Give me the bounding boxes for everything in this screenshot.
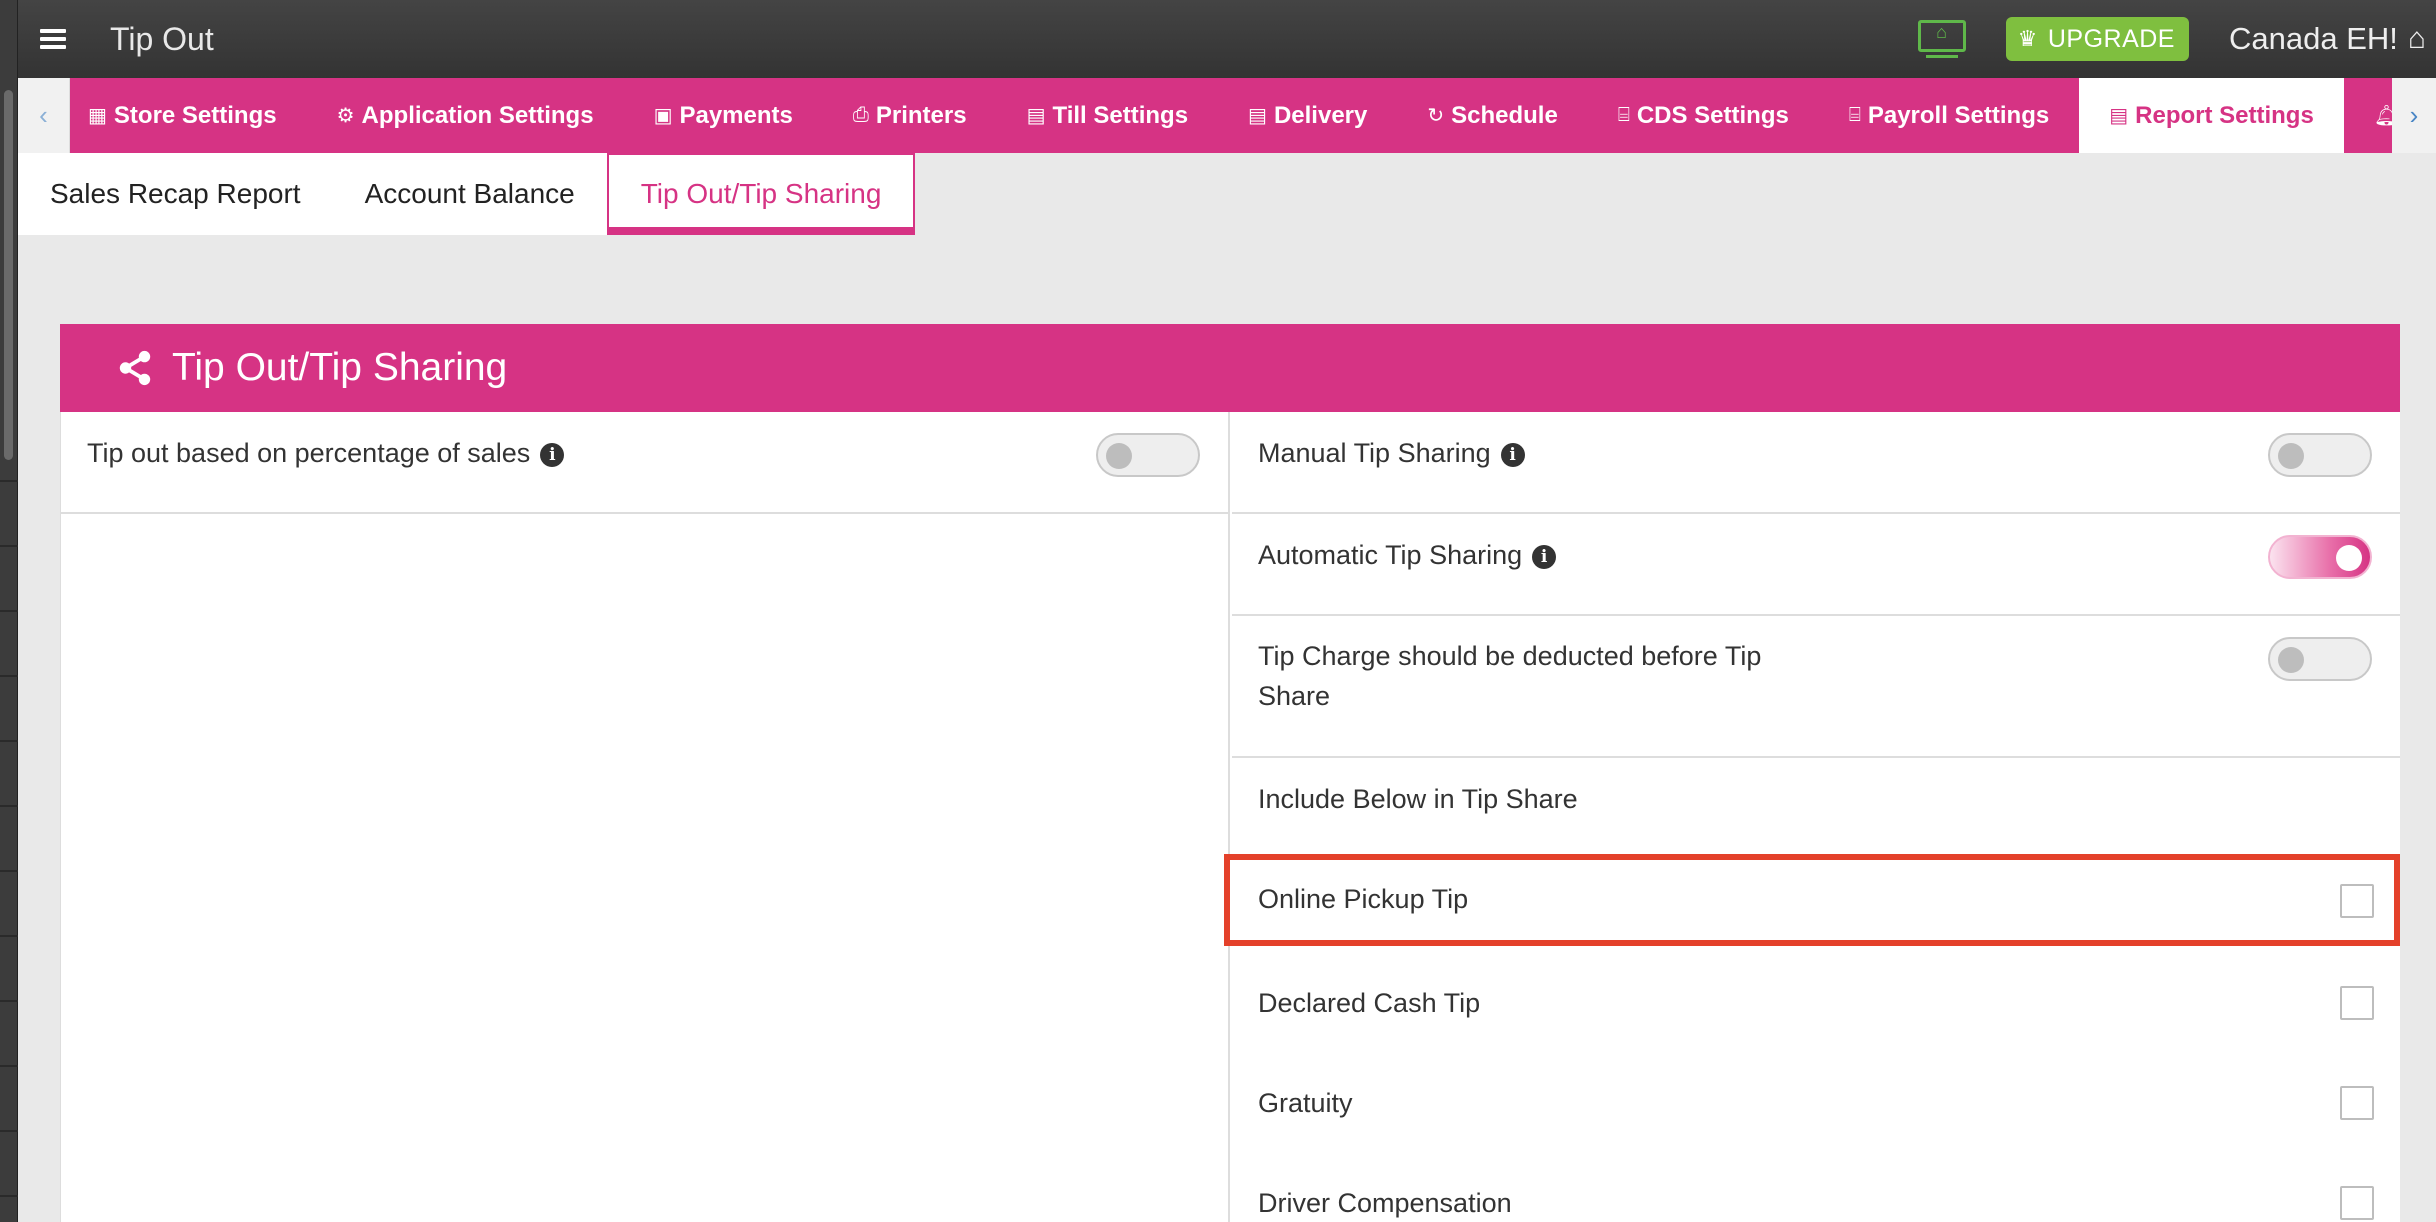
automatic-tip-sharing-toggle[interactable] [2268, 535, 2372, 579]
nav-item-label: Printers [875, 101, 967, 129]
nav-scroll-left-icon[interactable]: ‹ [18, 78, 70, 153]
info-icon[interactable]: i [1532, 545, 1557, 569]
rail-divider [0, 1000, 18, 1002]
include-item-driver-compensation: Driver Compensation [1232, 1154, 2400, 1222]
rail-divider [0, 1195, 18, 1197]
report-icon: ▤ [2109, 105, 2129, 127]
tip-charge-label: Tip Charge should be deducted before Tip… [1258, 641, 1762, 711]
settings-nav: ‹ ▦ Store Settings ⚙ Application Setting… [18, 78, 2436, 153]
tip-sharing-panel: Tip Out/Tip Sharing Tip out based on per… [60, 324, 2400, 1222]
printer-icon: ⎙ [852, 104, 869, 126]
manual-tip-sharing-row: Manual Tip Sharing i [1232, 412, 2400, 514]
tab-account-balance[interactable]: Account Balance [332, 153, 607, 235]
nav-item-till-settings[interactable]: ▤ Till Settings [997, 78, 1218, 153]
include-heading: Include Below in Tip Share [1258, 784, 1578, 814]
nav-item-label: Delivery [1273, 101, 1368, 129]
store-icon: ▦ [88, 105, 107, 127]
nav-item-label: Payroll Settings [1867, 101, 2050, 129]
refresh-icon: ↻ [1427, 105, 1445, 127]
right-column: Manual Tip Sharing i Automatic Tip Sharin… [1224, 412, 2400, 1222]
rail-divider [0, 740, 18, 742]
display-icon: ⌸ [1617, 104, 1630, 126]
include-item-gratuity: Gratuity [1232, 1054, 2400, 1154]
include-item-online-pickup-tip: Online Pickup Tip [1224, 854, 2400, 954]
include-item-label: Gratuity [1258, 1088, 1353, 1118]
include-item-label: Online Pickup Tip [1258, 884, 1469, 914]
scrollbar-thumb[interactable] [4, 90, 13, 460]
manual-tip-sharing-label: Manual Tip Sharing [1258, 438, 1491, 468]
nav-item-label: Report Settings [2135, 101, 2314, 129]
rail-divider [0, 1130, 18, 1132]
include-heading-row: Include Below in Tip Share [1232, 758, 2400, 854]
rail-divider [0, 545, 18, 547]
tab-sales-recap-report[interactable]: Sales Recap Report [18, 153, 333, 235]
rail-divider [0, 610, 18, 612]
nav-item-report-settings[interactable]: ▤ Report Settings [2079, 78, 2344, 153]
report-subtabs: Sales Recap Report Account Balance Tip O… [18, 153, 2436, 235]
nav-item-label: Store Settings [113, 101, 277, 129]
tip-out-percentage-label: Tip out based on percentage of sales [87, 438, 531, 468]
hamburger-icon[interactable] [40, 29, 66, 49]
left-column: Tip out based on percentage of sales i [60, 412, 1230, 1222]
cogs-icon: ⚙ [336, 105, 355, 127]
driver-compensation-checkbox[interactable] [2340, 1186, 2374, 1220]
money-icon: ▣ [653, 105, 673, 127]
home-icon[interactable]: ⌂ [2408, 22, 2426, 56]
rail-divider [0, 805, 18, 807]
nav-item-store-settings[interactable]: ▦ Store Settings [70, 78, 307, 153]
nav-item-label: Payments [679, 101, 793, 129]
declared-cash-tip-checkbox[interactable] [2340, 986, 2374, 1020]
info-icon[interactable]: i [1500, 443, 1525, 467]
nav-item-label: Application Settings [361, 101, 594, 129]
setting-label: Tip out based on percentage of sales i [87, 438, 565, 469]
nav-item-label: Schedule [1451, 101, 1558, 129]
page-title: Tip Out [110, 20, 214, 57]
rail-divider [0, 870, 18, 872]
nav-item-payments[interactable]: ▣ Payments [624, 78, 823, 153]
monitor-icon[interactable]: ⌂ [1917, 20, 1966, 58]
till-icon: ▤ [1026, 105, 1046, 127]
nav-item-printers[interactable]: ⎙ Printers [823, 78, 997, 153]
display-icon: ⌸ [1848, 104, 1861, 126]
panel-header: Tip Out/Tip Sharing [60, 324, 2400, 412]
upgrade-button[interactable]: ♛ UPGRADE [2005, 17, 2189, 61]
top-bar: Tip Out ⌂ ♛ UPGRADE Canada EH! ⌂ [18, 0, 2436, 78]
include-item-declared-cash-tip: Declared Cash Tip [1232, 954, 2400, 1054]
rail-divider [0, 675, 18, 677]
tip-out-percentage-row: Tip out based on percentage of sales i [61, 412, 1228, 514]
crown-icon: ♛ [2017, 26, 2038, 51]
tip-out-percentage-toggle[interactable] [1096, 433, 1200, 477]
automatic-tip-sharing-row: Automatic Tip Sharing i [1232, 514, 2400, 616]
rail-divider [0, 1065, 18, 1067]
nav-item-label: CDS Settings [1636, 101, 1789, 129]
nav-scroll-right-icon[interactable]: › [2392, 78, 2436, 153]
receipt-icon: ▤ [1248, 105, 1267, 127]
tip-charge-row: Tip Charge should be deducted before Tip… [1232, 616, 2400, 758]
nav-item-cds-settings[interactable]: ⌸ CDS Settings [1588, 78, 1819, 153]
nav-item-application-settings[interactable]: ⚙ Application Settings [307, 78, 624, 153]
nav-item-payroll-settings[interactable]: ⌸ Payroll Settings [1819, 78, 2079, 153]
tip-charge-toggle[interactable] [2268, 637, 2372, 681]
left-scroll-rail[interactable] [0, 0, 18, 1222]
online-pickup-tip-checkbox[interactable] [2340, 884, 2374, 918]
nav-item-schedule[interactable]: ↻ Schedule [1397, 78, 1587, 153]
include-item-label: Declared Cash Tip [1258, 988, 1481, 1018]
share-icon [119, 350, 151, 386]
gratuity-checkbox[interactable] [2340, 1086, 2374, 1120]
include-item-label: Driver Compensation [1258, 1188, 1512, 1218]
upgrade-label: UPGRADE [2047, 24, 2175, 53]
panel-title: Tip Out/Tip Sharing [172, 346, 508, 389]
nav-item-label: Till Settings [1052, 101, 1189, 129]
setting-label: Automatic Tip Sharing i [1258, 540, 1557, 571]
automatic-tip-sharing-label: Automatic Tip Sharing [1258, 540, 1523, 570]
store-name[interactable]: Canada EH! [2229, 21, 2398, 57]
rail-divider [0, 935, 18, 937]
manual-tip-sharing-toggle[interactable] [2268, 433, 2372, 477]
info-icon[interactable]: i [540, 443, 565, 467]
nav-item-delivery[interactable]: ▤ Delivery [1218, 78, 1397, 153]
tab-tip-out-tip-sharing[interactable]: Tip Out/Tip Sharing [606, 153, 916, 235]
rail-divider [0, 480, 18, 482]
setting-label: Manual Tip Sharing i [1258, 438, 1525, 469]
